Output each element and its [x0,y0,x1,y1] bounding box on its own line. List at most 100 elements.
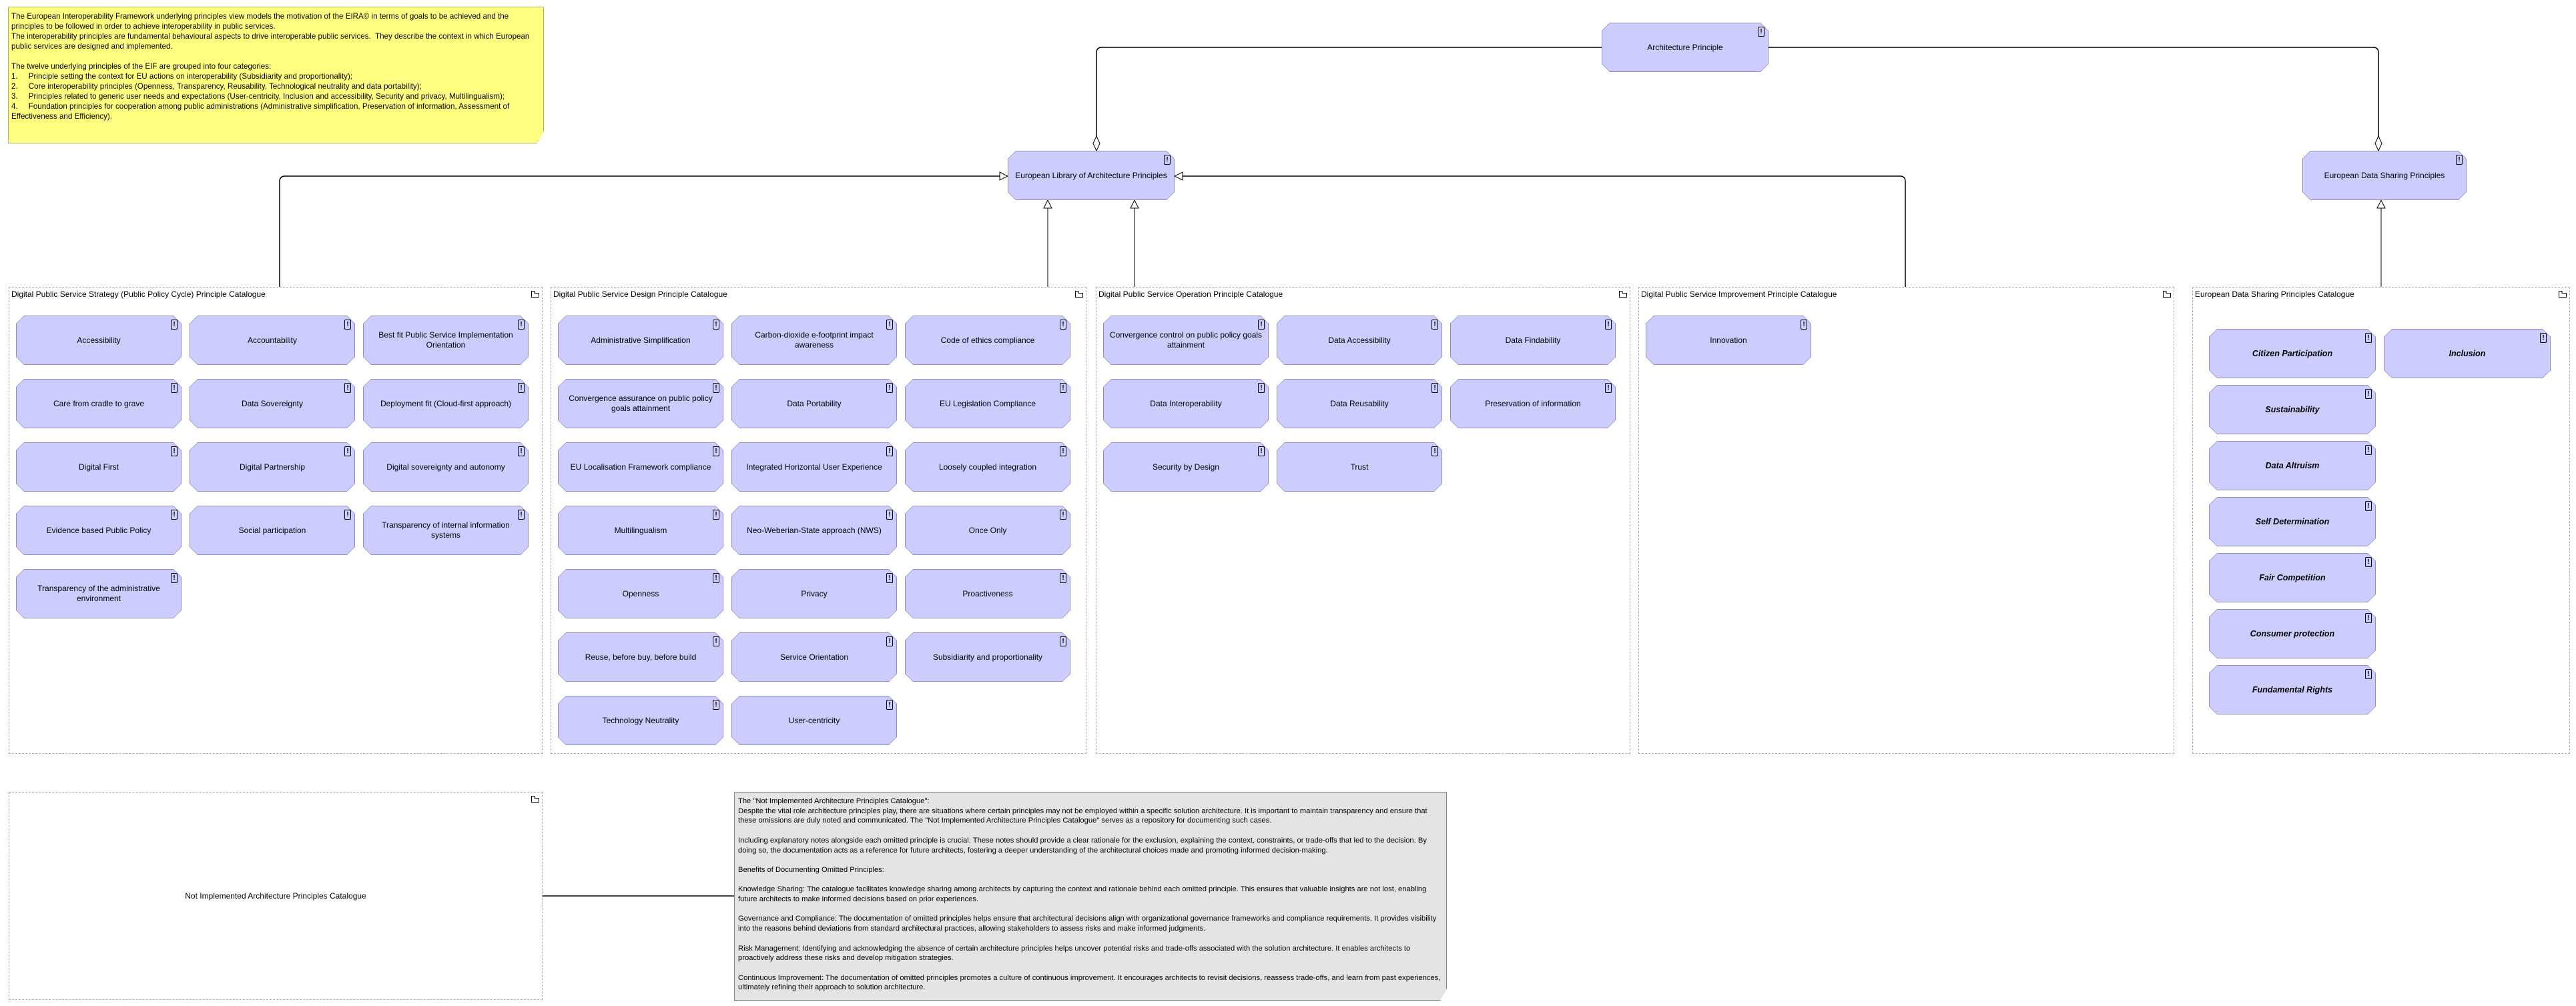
principle-label: Fair Competition [2259,572,2326,582]
principle-element[interactable]: ! Neo-Weberian-State approach (NWS) [731,506,897,555]
element-label: European Library of Architecture Princip… [1015,170,1167,180]
principle-element[interactable]: ! Social participation [190,506,355,555]
principle-element[interactable]: ! Administrative Simplification [558,316,723,365]
principle-label: Code of ethics compliance [940,335,1035,345]
principle-label: EU Localisation Framework compliance [570,462,711,472]
principle-label: Digital First [78,462,119,472]
principle-label: Technology Neutrality [602,715,679,725]
principle-element[interactable]: ! Carbon-dioxide e-footprint impact aware… [731,316,897,365]
principle-label: Data Interoperability [1150,398,1222,408]
principle-element[interactable]: ! Digital sovereignty and autonomy [363,442,529,492]
principle-label: User-centricity [788,715,840,725]
principle-element[interactable]: ! Once Only [905,506,1070,555]
principle-element[interactable]: ! User-centricity [731,696,897,745]
eif-principles-note: The European Interoperability Framework … [8,7,544,143]
principle-element[interactable]: ! Transparency of internal information sy… [363,506,529,555]
principle-label: Care from cradle to grave [53,398,145,408]
principle-label: Reuse, before buy, before build [585,652,697,662]
container-title: Digital Public Service Operation Princip… [1098,290,1283,299]
principle-element[interactable]: ! Data Interoperability [1103,379,1269,428]
container-data-sharing-catalogue[interactable]: European Data Sharing Principles Catalog… [2192,287,2570,754]
principle-label: Proactiveness [962,588,1013,598]
principle-element[interactable]: ! EU Localisation Framework compliance [558,442,723,492]
principle-element[interactable]: ! Data Portability [731,379,897,428]
principle-element[interactable]: ! Multilingualism [558,506,723,555]
principle-element[interactable]: ! Data Findability [1450,316,1616,365]
principle-element[interactable]: ! Evidence based Public Policy [16,506,182,555]
principle-label: Deployment fit (Cloud-first approach) [380,398,512,408]
element-label: European Data Sharing Principles [2324,170,2445,180]
principle-element[interactable]: ! Consumer protection [2209,609,2376,658]
principle-label: Trust [1350,462,1369,472]
principle-element[interactable]: ! Best fit Public Service Implementation … [363,316,529,365]
principle-element[interactable]: ! Service Orientation [731,632,897,682]
folder-icon [2559,291,2567,298]
principle-element[interactable]: ! Digital First [16,442,182,492]
principle-element[interactable]: ! Transparency of the administrative envi… [16,569,182,618]
principle-element[interactable]: ! Fundamental Rights [2209,665,2376,714]
container-strategy-catalogue[interactable]: Digital Public Service Strategy (Public … [9,287,543,754]
aggregation-ap-elap [1096,47,1602,151]
principle-label: Data Portability [787,398,842,408]
folder-icon [531,291,539,298]
principle-element[interactable]: ! Code of ethics compliance [905,316,1070,365]
principle-element[interactable]: ! Subsidiarity and proportionality [905,632,1070,682]
principle-element[interactable]: ! Loosely coupled integration [905,442,1070,492]
principle-element[interactable]: ! Self Determination [2209,497,2376,546]
principle-element[interactable]: ! Proactiveness [905,569,1070,618]
principle-label: Data Accessibility [1328,335,1391,345]
principle-element[interactable]: ! Data Reusability [1277,379,1442,428]
principle-element[interactable]: ! Accountability [190,316,355,365]
principle-element[interactable]: ! Data Accessibility [1277,316,1442,365]
principle-label: Transparency of internal information sys… [382,520,510,540]
principle-label: Inclusion [2449,348,2486,358]
principle-element[interactable]: ! Inclusion [2384,329,2551,378]
principle-label: Once Only [968,525,1007,535]
container-operation-catalogue[interactable]: Digital Public Service Operation Princip… [1096,287,1630,754]
principle-label: Neo-Weberian-State approach (NWS) [747,525,882,535]
principle-label: Accessibility [77,335,121,345]
principle-element[interactable]: ! Trust [1277,442,1442,492]
principle-element[interactable]: ! Care from cradle to grave [16,379,182,428]
principle-element[interactable]: ! Sustainability [2209,385,2376,434]
principle-element[interactable]: ! Convergence control on public policy go… [1103,316,1269,365]
principle-element[interactable]: ! Data Altruism [2209,441,2376,490]
principle-element[interactable]: ! Data Sovereignty [190,379,355,428]
principle-label: Data Reusability [1330,398,1389,408]
container-improvement-catalogue[interactable]: Digital Public Service Improvement Princ… [1638,287,2174,754]
architecture-principle-element[interactable]: ! Architecture Principle [1602,23,1768,72]
principle-element[interactable]: ! Technology Neutrality [558,696,723,745]
principle-element[interactable]: ! Privacy [731,569,897,618]
principle-label: Openness [622,588,659,598]
principle-label: Digital sovereignty and autonomy [386,462,505,472]
container-title: Digital Public Service Design Principle … [553,290,727,299]
principle-label: Loosely coupled integration [938,462,1037,472]
container-title: Digital Public Service Improvement Princ… [1641,290,1837,299]
european-data-sharing-element[interactable]: ! European Data Sharing Principles [2302,151,2467,200]
principle-label: Convergence assurance on public policy g… [569,394,713,413]
principle-element[interactable]: ! Security by Design [1103,442,1269,492]
principle-label: Self Determination [2255,516,2330,526]
principle-element[interactable]: ! Innovation [1646,316,1811,365]
principle-label: Best fit Public Service Implementation O… [378,330,513,350]
european-library-element[interactable]: ! European Library of Architecture Princ… [1008,151,1175,200]
principle-label: Data Altruism [2265,460,2320,470]
principle-element[interactable]: ! Digital Partnership [190,442,355,492]
principle-element[interactable]: ! Fair Competition [2209,553,2376,602]
container-title: European Data Sharing Principles Catalog… [2195,290,2354,299]
principle-element[interactable]: ! Reuse, before buy, before build [558,632,723,682]
principle-label: Service Orientation [779,652,849,662]
principle-element[interactable]: ! Citizen Participation [2209,329,2376,378]
principle-element[interactable]: ! Convergence assurance on public policy … [558,379,723,428]
principle-element[interactable]: ! Accessibility [16,316,182,365]
principle-label: Fundamental Rights [2252,684,2333,694]
principle-label: Data Findability [1505,335,1561,345]
container-design-catalogue[interactable]: Digital Public Service Design Principle … [551,287,1086,754]
principle-element[interactable]: ! Deployment fit (Cloud-first approach) [363,379,529,428]
principle-element[interactable]: ! Openness [558,569,723,618]
principle-element[interactable]: ! EU Legislation Compliance [905,379,1070,428]
principle-element[interactable]: ! Integrated Horizontal User Experience [731,442,897,492]
principle-element[interactable]: ! Preservation of information [1450,379,1616,428]
container-not-implemented-catalogue[interactable]: Not Implemented Architecture Principles … [9,792,543,1000]
principle-label: Convergence control on public policy goa… [1109,330,1263,350]
